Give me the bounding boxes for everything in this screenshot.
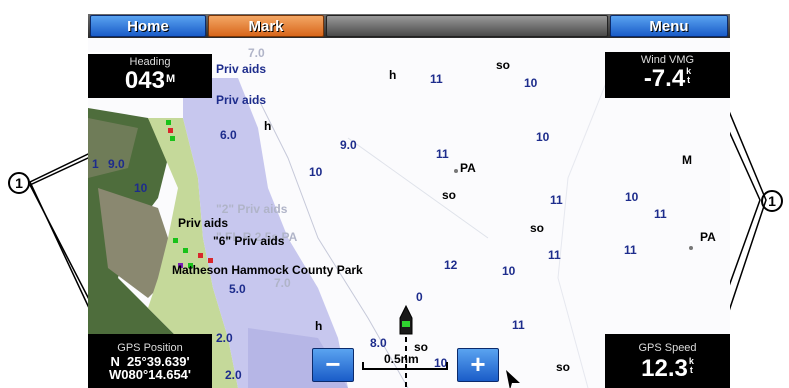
- depth-sounding: 8.0: [370, 336, 387, 350]
- depth-sounding: 11: [512, 318, 525, 332]
- depth-sounding: 5.0: [229, 282, 246, 296]
- depth-sounding: 10: [134, 181, 148, 195]
- scale-text: 0.5nm: [384, 352, 419, 366]
- depth-sounding: 0: [416, 290, 423, 304]
- gps-position-lon: W080°14.654': [108, 367, 191, 382]
- wind-vmg-field[interactable]: Wind VMG -7.4k t: [605, 52, 730, 98]
- map-label-priv-aids: Priv aids: [216, 93, 267, 107]
- chartplotter-screen: Priv aids Priv aids "2" Priv aids Priv a…: [88, 14, 730, 388]
- nautical-chart[interactable]: Priv aids Priv aids "2" Priv aids Priv a…: [88, 38, 730, 388]
- depth-sounding: h: [315, 319, 323, 333]
- gps-speed-value: 12.3k t: [605, 357, 730, 381]
- toolbar-empty-slot: [326, 15, 608, 37]
- depth-sounding: so: [556, 360, 571, 374]
- wind-vmg-number: -7.4: [643, 65, 686, 92]
- home-button[interactable]: Home: [90, 15, 206, 37]
- gps-speed-unit: kt: [688, 356, 694, 375]
- scale-bar: 0.5nm: [358, 352, 452, 374]
- map-label-pa: PA: [700, 230, 716, 244]
- depth-sounding: 10: [625, 190, 639, 204]
- heading-unit: M: [165, 73, 176, 85]
- depth-sounding: so: [496, 58, 511, 72]
- heading-field[interactable]: Heading 043M: [88, 52, 212, 98]
- depth-sounding: 11: [550, 193, 563, 207]
- depth-sounding: 9.0: [340, 138, 357, 152]
- map-label-pa: PA: [460, 161, 476, 175]
- map-label-m: M: [682, 153, 692, 167]
- depth-sounding: 1: [92, 157, 99, 171]
- map-label-priv-aids: "2" Priv aids: [216, 202, 288, 216]
- heading-number: 043: [124, 67, 165, 94]
- depth-sounding: so: [530, 221, 545, 235]
- depth-sounding: 2.0: [225, 368, 242, 382]
- depth-sounding: h: [389, 68, 397, 82]
- depth-sounding: so: [442, 188, 457, 202]
- depth-sounding: 7.0: [274, 276, 291, 290]
- zoom-out-button[interactable]: −: [312, 348, 354, 382]
- wind-vmg-unit: kt: [686, 66, 692, 85]
- depth-sounding: 11: [654, 207, 667, 221]
- gps-speed-label: GPS Speed: [638, 342, 697, 354]
- callout-right: 1: [761, 190, 783, 212]
- depth-sounding: 11: [436, 147, 449, 161]
- depth-sounding: h: [264, 119, 272, 133]
- wind-vmg-value: -7.4k t: [605, 67, 730, 91]
- depth-sounding: 11: [430, 72, 443, 86]
- depth-sounding: 11: [624, 243, 637, 257]
- depth-sounding: 9.0: [108, 157, 125, 171]
- depth-sounding: 12: [444, 258, 458, 272]
- map-label-priv-aids: "6" Priv aids: [213, 234, 285, 248]
- heading-value: 043M: [88, 69, 212, 93]
- map-label-park: Matheson Hammock County Park: [172, 263, 363, 277]
- depth-sounding: 2.0: [216, 331, 233, 345]
- gps-speed-field[interactable]: GPS Speed 12.3k t: [605, 334, 730, 388]
- depth-sounding: 6.0: [220, 128, 237, 142]
- toolbar: Home Mark Menu: [88, 14, 730, 38]
- depth-sounding: 7.0: [248, 46, 265, 60]
- depth-sounding: 11: [548, 248, 561, 262]
- depth-sounding: 10: [309, 165, 323, 179]
- depth-sounding: 10: [536, 130, 550, 144]
- menu-button[interactable]: Menu: [610, 15, 728, 37]
- map-label-priv-aids: Priv aids: [216, 62, 267, 76]
- depth-sounding: 10: [524, 76, 538, 90]
- zoom-in-button[interactable]: +: [457, 348, 499, 382]
- map-label-priv-aids: Priv aids: [178, 216, 229, 230]
- gps-speed-number: 12.3: [641, 355, 688, 382]
- callout-left: 1: [8, 172, 30, 194]
- depth-sounding: 10: [502, 264, 516, 278]
- mark-button[interactable]: Mark: [208, 15, 324, 37]
- gps-position-field[interactable]: GPS Position N 25°39.639' W080°14.654': [88, 334, 212, 388]
